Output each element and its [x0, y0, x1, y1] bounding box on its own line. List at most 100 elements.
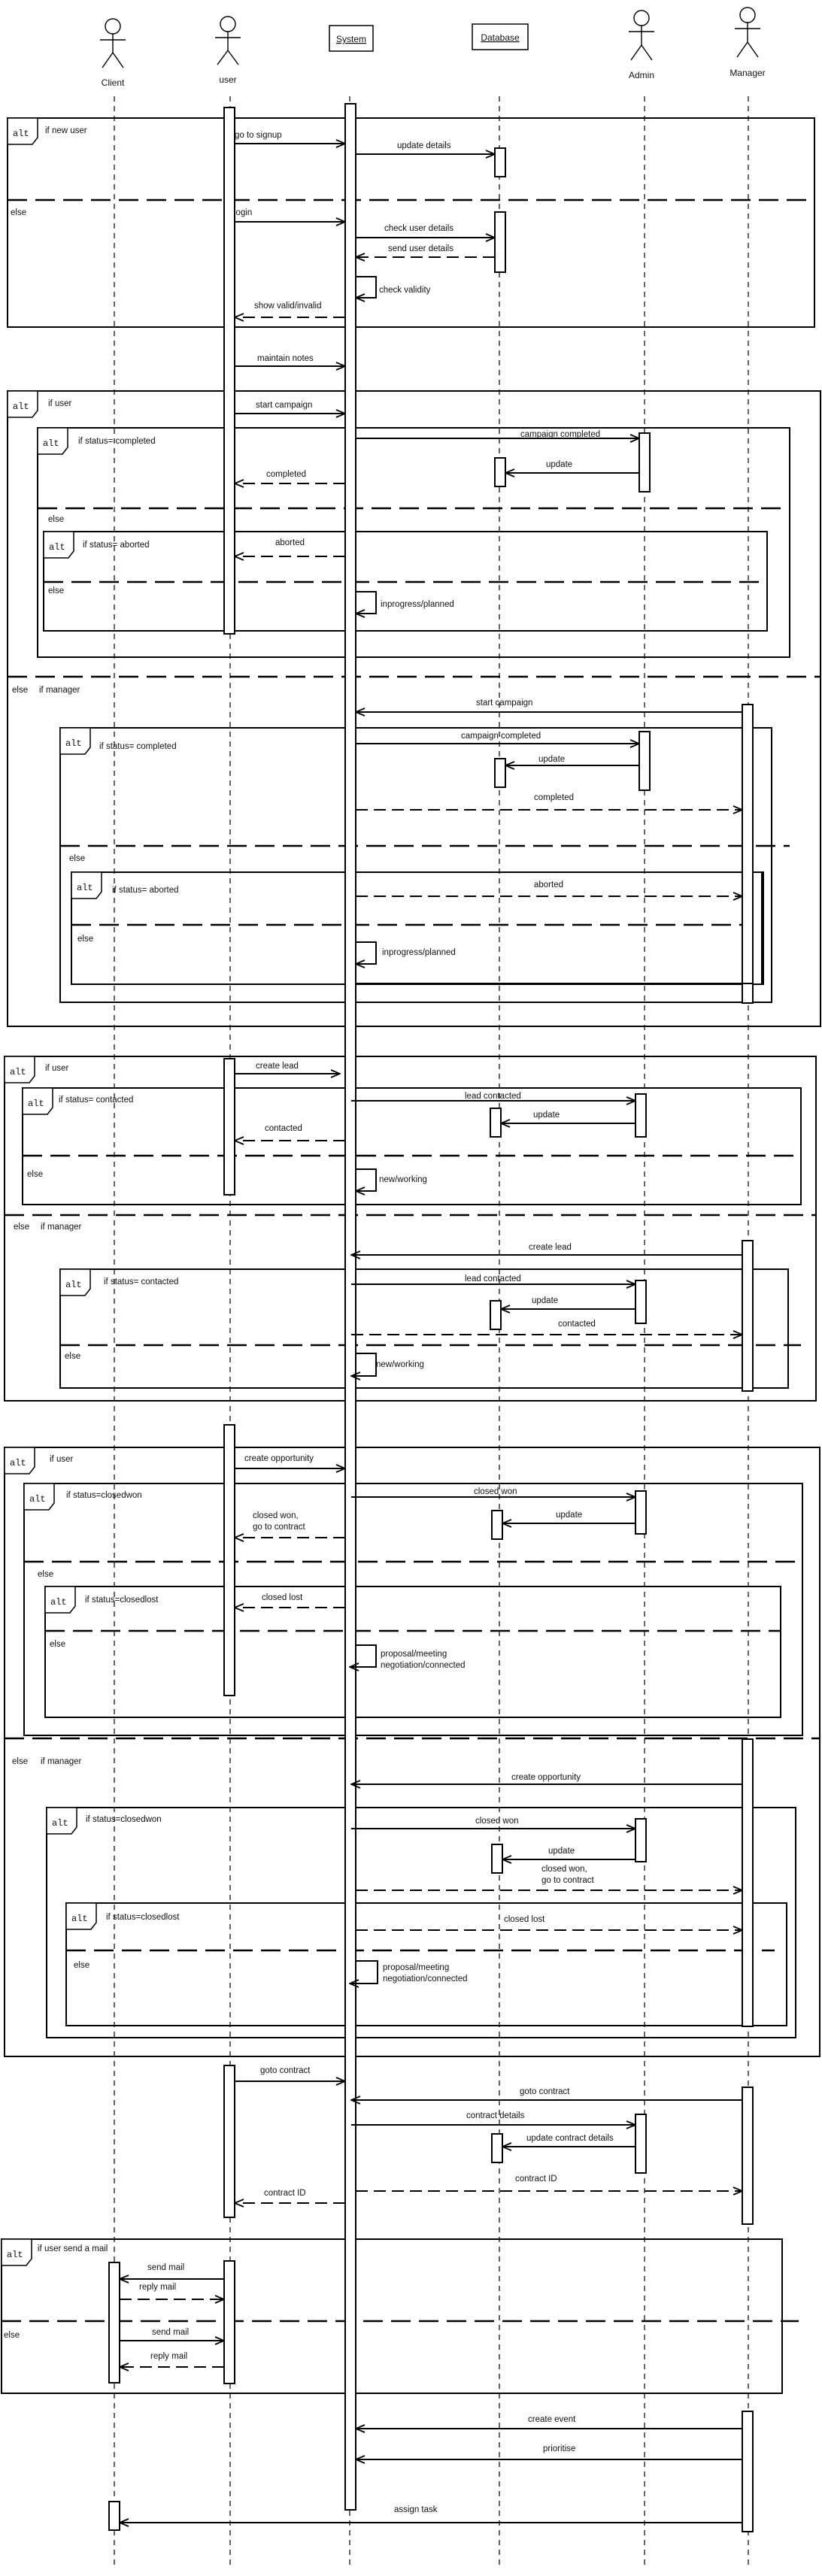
- activation-admin-3: [635, 1093, 647, 1138]
- activation-db-9: [491, 2133, 503, 2163]
- svg-text:proposal/meeting: proposal/meeting: [381, 1650, 447, 1659]
- svg-text:update: update: [533, 1111, 560, 1120]
- activation-user-1: [223, 107, 235, 635]
- svg-text:aborted: aborted: [275, 538, 305, 547]
- svg-text:if status=closedwon: if status=closedwon: [66, 1491, 142, 1500]
- svg-text:update: update: [556, 1511, 582, 1520]
- activation-admin-1: [638, 432, 651, 492]
- msg-contacted: contacted: [235, 1124, 345, 1141]
- msg-goto-contract-user: goto contract: [235, 2066, 345, 2081]
- alt-frame-campaign-user-aborted: alt if status= aborted else: [43, 531, 768, 632]
- svg-text:aborted: aborted: [534, 880, 563, 889]
- msg-contract-details: contract details: [351, 2111, 635, 2125]
- svg-text:new/working: new/working: [376, 1360, 424, 1369]
- msg-start-campaign-manager: start campaign: [356, 699, 742, 712]
- activation-bars: [108, 103, 763, 2532]
- msg-inprogress-manager: inprogress/planned: [356, 941, 456, 964]
- msg-send-mail-1: send mail: [120, 2263, 224, 2279]
- actor-client-label: Client: [102, 77, 125, 88]
- msg-update-contract-details: update contract details: [502, 2134, 635, 2147]
- alt-frame-lead: alt if user else if manager: [4, 1056, 817, 1402]
- svg-text:contacted: contacted: [558, 1320, 596, 1329]
- msg-lead-contacted: lead contacted: [351, 1092, 635, 1101]
- activation-manager-2: [742, 1240, 754, 1392]
- activation-admin-7: [635, 2114, 647, 2174]
- svg-text:if status=closedwon: if status=closedwon: [86, 1815, 162, 1824]
- svg-text:assign task: assign task: [394, 2505, 438, 2514]
- guard-manager: if manager: [39, 686, 80, 695]
- activation-client-2: [108, 2501, 120, 2531]
- svg-text:alt: alt: [65, 1280, 82, 1290]
- actor-user-label: user: [219, 74, 236, 85]
- activation-db-6: [490, 1300, 502, 1330]
- svg-text:alt: alt: [29, 1494, 46, 1505]
- activation-db-1: [494, 147, 506, 177]
- svg-text:if status=closedlost: if status=closedlost: [106, 1913, 180, 1922]
- msg-go-to-signup: go to signup: [235, 131, 345, 144]
- svg-text:lead contacted: lead contacted: [465, 1092, 521, 1101]
- svg-text:update contract details: update contract details: [526, 2134, 614, 2143]
- msg-closed-won-manager: closed won: [351, 1817, 635, 1829]
- msg-opportunity-update: update: [502, 1511, 635, 1523]
- svg-text:alt: alt: [71, 1914, 88, 1924]
- msg-opportunity-update-manager: update: [502, 1847, 635, 1859]
- object-system-label: System: [336, 34, 366, 44]
- svg-text:show valid/invalid: show valid/invalid: [254, 302, 322, 311]
- svg-text:goto contract: goto contract: [260, 2066, 311, 2075]
- alt-frame-lead-manager-status: alt if status= contacted else: [59, 1268, 801, 1389]
- svg-text:closed won,: closed won,: [253, 1511, 299, 1520]
- svg-text:alt: alt: [7, 2250, 23, 2260]
- svg-text:else: else: [38, 1570, 53, 1579]
- object-system: System: [329, 25, 374, 52]
- svg-text:go to signup: go to signup: [235, 131, 282, 140]
- msg-new-working-manager: new/working: [351, 1353, 424, 1376]
- svg-text:if status= completed: if status= completed: [78, 437, 156, 446]
- svg-text:else: else: [77, 935, 93, 944]
- svg-text:check validity: check validity: [379, 286, 431, 295]
- svg-text:else: else: [50, 1640, 65, 1649]
- svg-text:start campaign: start campaign: [476, 699, 532, 708]
- svg-text:negotiation/connected: negotiation/connected: [381, 1661, 466, 1670]
- alt-frame-campaign-user-status: alt if status= completed else: [37, 427, 790, 658]
- svg-text:reply mail: reply mail: [139, 2283, 176, 2292]
- svg-text:if user: if user: [45, 1064, 68, 1073]
- activation-client-1: [108, 2262, 120, 2384]
- svg-text:contract ID: contract ID: [264, 2189, 306, 2198]
- activation-user-2: [223, 1058, 235, 1196]
- activation-admin-5: [635, 1490, 647, 1535]
- svg-text:lead contacted: lead contacted: [465, 1274, 521, 1283]
- actor-manager-label: Manager: [729, 68, 765, 78]
- activation-db-2: [494, 211, 506, 273]
- alt-frame-campaign-manager-status: alt if status= completed else: [59, 727, 790, 1003]
- svg-text:if user: if user: [50, 1455, 73, 1464]
- msg-lead-update: update: [501, 1111, 635, 1123]
- svg-text:else: else: [12, 1757, 28, 1766]
- msg-maintain-notes: maintain notes: [235, 354, 345, 366]
- svg-text:negotiation/connected: negotiation/connected: [383, 1974, 468, 1984]
- alt-keyword: alt: [13, 129, 29, 139]
- msg-update-manager: update: [505, 755, 639, 765]
- svg-text:create event: create event: [528, 2415, 576, 2424]
- msg-contacted-manager: contacted: [351, 1320, 742, 1335]
- msg-reply-mail-2: reply mail: [120, 2352, 224, 2367]
- svg-text:alt: alt: [28, 1099, 44, 1109]
- msg-update-details: update details: [356, 141, 495, 154]
- svg-text:closed won: closed won: [474, 1487, 517, 1496]
- msg-closed-lost: closed lost: [235, 1593, 345, 1608]
- svg-text:else: else: [48, 515, 64, 524]
- svg-text:update: update: [532, 1296, 558, 1305]
- svg-text:go to contract: go to contract: [541, 1876, 594, 1885]
- svg-text:proposal/meeting: proposal/meeting: [383, 1963, 449, 1972]
- activation-manager-4: [742, 2087, 754, 2225]
- msg-lead-contacted-manager: lead contacted: [351, 1274, 635, 1284]
- msg-proposal: proposal/meeting negotiation/connected: [350, 1644, 466, 1670]
- svg-text:alt: alt: [65, 738, 82, 749]
- svg-text:alt: alt: [10, 1458, 26, 1468]
- svg-text:if status= aborted: if status= aborted: [112, 886, 179, 895]
- msg-update: update: [505, 460, 639, 473]
- msg-reply-mail-1: reply mail: [120, 2283, 224, 2299]
- svg-text:send user details: send user details: [388, 244, 453, 253]
- activation-admin-6: [635, 1818, 647, 1862]
- activation-user-3: [223, 1424, 235, 1696]
- msg-create-lead: create lead: [235, 1062, 340, 1074]
